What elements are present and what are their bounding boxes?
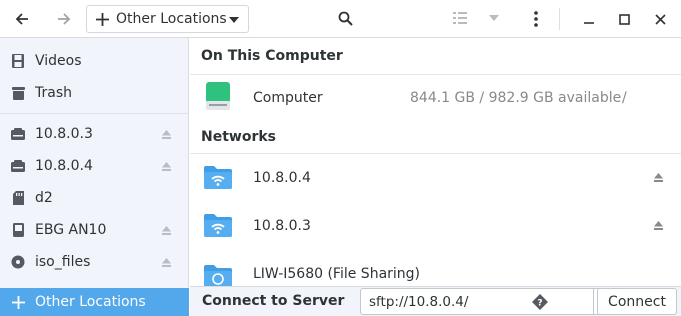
header-bar: Other Locations (0, 0, 681, 38)
main-content: On This Computer Computer 844.1 GB / 982… (190, 38, 681, 286)
eject-icon[interactable] (161, 257, 171, 267)
section-header-networks: Networks (201, 129, 277, 145)
network-share-icon (204, 263, 232, 286)
network-drive-icon (10, 126, 26, 142)
plus-icon (10, 294, 26, 310)
network-label: 10.8.0.4 (253, 170, 311, 186)
network-row-liw-i5680[interactable]: LIW-I5680 (File Sharing) (190, 250, 681, 286)
sd-card-icon (10, 190, 26, 206)
sidebar-item-trash[interactable]: Trash (0, 78, 189, 108)
location-button[interactable]: Other Locations (86, 5, 249, 33)
section-header-on-this-computer: On This Computer (201, 48, 343, 64)
close-icon[interactable] (653, 12, 667, 26)
list-view-icon[interactable] (452, 11, 468, 25)
network-row-10-8-0-3[interactable]: 10.8.0.3 (190, 202, 681, 250)
network-label: 10.8.0.3 (253, 218, 311, 234)
svg-text:?: ? (537, 299, 542, 309)
view-options-caret-icon[interactable] (488, 14, 500, 22)
eject-icon[interactable] (161, 129, 171, 139)
minimize-icon[interactable] (582, 12, 596, 26)
sidebar-item-label: 10.8.0.4 (35, 158, 93, 174)
sidebar-separator (0, 113, 189, 114)
sidebar-item-ebg-an10[interactable]: EBG AN10 (0, 215, 189, 245)
caret-down-icon (229, 16, 239, 24)
help-icon[interactable]: ? (532, 294, 548, 310)
network-drive-icon (10, 158, 26, 174)
eject-icon[interactable] (161, 161, 171, 171)
eject-icon[interactable] (653, 220, 663, 230)
sidebar-item-other-locations[interactable]: Other Locations (0, 288, 189, 316)
network-folder-icon (204, 164, 232, 190)
computer-path: / (622, 90, 627, 106)
header-separator (559, 8, 560, 30)
film-icon (10, 53, 26, 69)
disc-icon (10, 254, 26, 270)
sidebar-item-label: EBG AN10 (35, 222, 107, 238)
sidebar-item-videos[interactable]: Videos (0, 46, 189, 76)
location-label: Other Locations (116, 11, 227, 27)
drive-icon (10, 222, 26, 238)
computer-label: Computer (253, 90, 323, 106)
eject-icon[interactable] (653, 172, 663, 182)
sidebar: Videos Trash 10.8.0.3 10.8.0.4 d2 EBG AN… (0, 38, 189, 316)
sidebar-item-label: Videos (35, 53, 82, 69)
connect-to-server-label: Connect to Server (202, 293, 345, 309)
search-icon[interactable] (336, 9, 354, 27)
sidebar-item-label: Other Locations (35, 294, 146, 310)
plus-icon (95, 12, 109, 26)
server-address-input[interactable] (360, 288, 594, 315)
sidebar-item-label: 10.8.0.3 (35, 126, 93, 142)
computer-row[interactable]: Computer 844.1 GB / 982.9 GB available / (190, 75, 681, 119)
network-label: LIW-I5680 (File Sharing) (253, 266, 421, 282)
network-folder-icon (204, 212, 232, 238)
sidebar-item-label: d2 (35, 190, 53, 206)
connect-to-server-bar: Connect to Server ? Connect (190, 286, 681, 316)
maximize-icon[interactable] (617, 12, 631, 26)
sidebar-item-label: Trash (35, 85, 72, 101)
sidebar-item-10-8-0-4[interactable]: 10.8.0.4 (0, 151, 189, 181)
kebab-menu-icon[interactable] (530, 9, 542, 29)
hard-drive-icon (206, 82, 230, 110)
sidebar-item-iso-files[interactable]: iso_files (0, 247, 189, 277)
connect-button[interactable]: Connect (597, 288, 677, 315)
sidebar-item-10-8-0-3[interactable]: 10.8.0.3 (0, 119, 189, 149)
eject-icon[interactable] (161, 225, 171, 235)
back-arrow-icon[interactable] (12, 9, 32, 29)
sidebar-item-label: iso_files (35, 254, 91, 270)
trash-icon (10, 85, 26, 101)
forward-arrow-icon[interactable] (54, 9, 74, 29)
sidebar-item-d2[interactable]: d2 (0, 183, 189, 213)
computer-free-space: 844.1 GB / 982.9 GB available (410, 90, 622, 106)
network-row-10-8-0-4[interactable]: 10.8.0.4 (190, 154, 681, 202)
